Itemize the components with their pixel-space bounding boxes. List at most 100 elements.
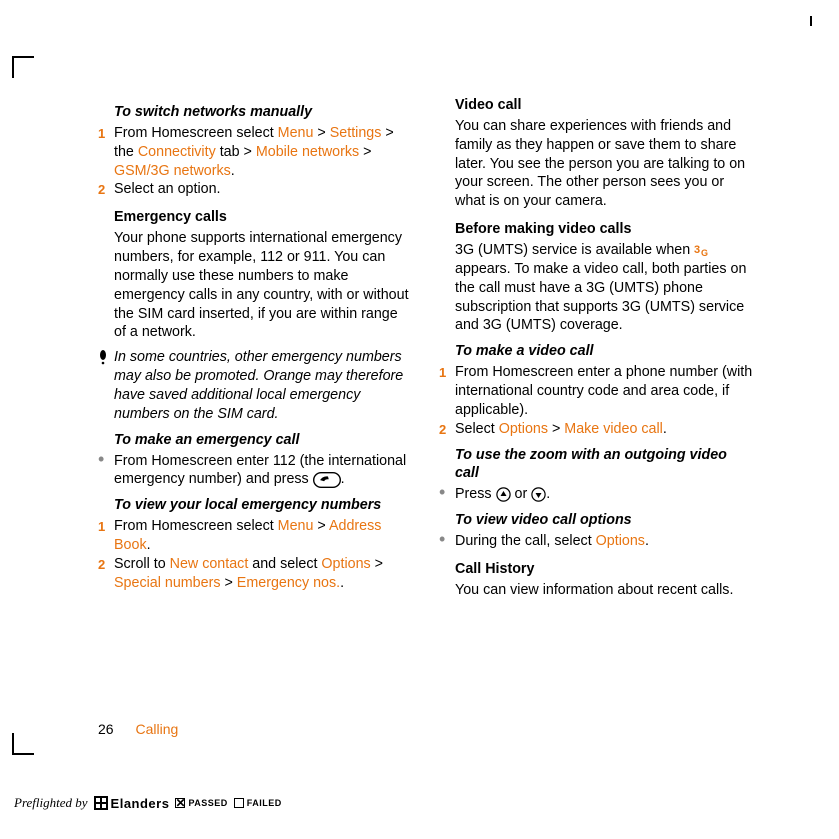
step-number: 1	[439, 363, 455, 420]
text: .	[663, 421, 667, 437]
right-column: Video call You can share experiences wit…	[439, 96, 754, 606]
page: To switch networks manually 1 From Homes…	[0, 0, 839, 839]
crop-mark-top-left	[12, 56, 34, 78]
text: and select	[248, 556, 321, 572]
page-number: 26	[98, 721, 114, 737]
text: During the call, select	[455, 533, 596, 549]
text: >	[371, 556, 383, 572]
step-row: 1 From Homescreen select Menu > Address …	[98, 517, 413, 555]
svg-text:G: G	[701, 248, 708, 257]
link-menu: Menu	[278, 518, 314, 534]
step-body: From Homescreen select Menu > Settings >…	[114, 124, 413, 181]
note-text: In some countries, other emergency numbe…	[114, 348, 413, 423]
text: >	[313, 125, 329, 141]
checkbox-empty-icon	[234, 798, 244, 808]
text: >	[221, 575, 237, 591]
step-row: • During the call, select Options.	[439, 532, 754, 551]
step-body: During the call, select Options.	[455, 532, 754, 551]
left-column: To switch networks manually 1 From Homes…	[98, 96, 413, 606]
checkbox-checked-icon	[175, 798, 185, 808]
text: appears. To make a video call, both part…	[455, 261, 746, 334]
link-settings: Settings	[330, 125, 382, 141]
text: Press	[455, 486, 496, 502]
text: .	[231, 163, 235, 179]
step-body: Select Options > Make video call.	[455, 420, 754, 439]
text: .	[147, 537, 151, 553]
content-columns: To switch networks manually 1 From Homes…	[98, 96, 754, 606]
text: .	[546, 486, 550, 502]
heading-view-local-numbers: To view your local emergency numbers	[114, 496, 413, 515]
3g-icon: 3G	[694, 243, 712, 257]
brand-text: Elanders	[111, 796, 170, 811]
step-body: Press or .	[455, 485, 754, 504]
bullet: •	[439, 532, 455, 551]
step-body: Scroll to New contact and select Options…	[114, 555, 413, 593]
link-options: Options	[499, 421, 548, 437]
heading-make-emergency-call: To make an emergency call	[114, 431, 413, 450]
step-body: From Homescreen enter 112 (the internati…	[114, 452, 413, 490]
preflight-label: Preflighted by	[14, 795, 88, 811]
bullet: •	[439, 485, 455, 504]
link-emergency-nos: Emergency nos.	[237, 575, 340, 591]
text: >	[313, 518, 329, 534]
link-special-numbers: Special numbers	[114, 575, 221, 591]
heading-zoom: To use the zoom with an outgoing video c…	[455, 446, 754, 484]
page-footer: 26 Calling	[98, 721, 178, 737]
link-connectivity: Connectivity	[138, 144, 216, 160]
note-row: In some countries, other emergency numbe…	[98, 348, 413, 423]
paragraph: You can share experiences with friends a…	[455, 117, 754, 211]
passed-check: PASSED	[175, 798, 227, 808]
text: From Homescreen enter 112 (the internati…	[114, 453, 406, 488]
crop-tick-top-right	[810, 16, 812, 26]
link-menu: Menu	[278, 125, 314, 141]
preflight-bar: Preflighted by Elanders PASSED FAILED	[14, 795, 282, 811]
paragraph: You can view information about recent ca…	[455, 581, 754, 600]
heading-emergency-calls: Emergency calls	[114, 208, 413, 227]
heading-make-video-call: To make a video call	[455, 342, 754, 361]
paragraph: 3G (UMTS) service is available when 3G a…	[455, 241, 754, 335]
link-new-contact: New contact	[170, 556, 249, 572]
text: Scroll to	[114, 556, 170, 572]
text: >	[548, 421, 564, 437]
step-row: 1 From Homescreen select Menu > Settings…	[98, 124, 413, 181]
heading-before-video: Before making video calls	[455, 220, 754, 239]
step-number: 1	[98, 124, 114, 181]
link-make-video-call: Make video call	[564, 421, 663, 437]
step-row: • From Homescreen enter 112 (the interna…	[98, 452, 413, 490]
heading-video-options: To view video call options	[455, 511, 754, 530]
passed-label: PASSED	[188, 798, 227, 808]
text: From Homescreen select	[114, 125, 278, 141]
text: From Homescreen select	[114, 518, 278, 534]
text: .	[341, 471, 345, 487]
info-icon	[98, 348, 114, 423]
link-gsm-3g: GSM/3G networks	[114, 163, 231, 179]
bullet: •	[98, 452, 114, 490]
text: tab >	[216, 144, 256, 160]
step-body: Select an option.	[114, 180, 413, 199]
failed-label: FAILED	[247, 798, 282, 808]
step-body: From Homescreen select Menu > Address Bo…	[114, 517, 413, 555]
heading-video-call: Video call	[455, 96, 754, 115]
section-name: Calling	[135, 721, 178, 737]
text: or	[511, 486, 532, 502]
step-row: • Press or .	[439, 485, 754, 504]
text: >	[359, 144, 371, 160]
heading-switch-networks: To switch networks manually	[114, 103, 413, 122]
step-row: 2 Select Options > Make video call.	[439, 420, 754, 439]
step-row: 2 Scroll to New contact and select Optio…	[98, 555, 413, 593]
crop-mark-bottom-left	[12, 733, 34, 755]
step-number: 2	[439, 420, 455, 439]
text: Select	[455, 421, 499, 437]
link-options: Options	[321, 556, 370, 572]
step-body: From Homescreen enter a phone number (wi…	[455, 363, 754, 420]
heading-call-history: Call History	[455, 560, 754, 579]
failed-check: FAILED	[234, 798, 282, 808]
elanders-logo-icon	[94, 796, 108, 810]
link-options: Options	[596, 533, 645, 549]
svg-text:3: 3	[694, 244, 700, 256]
paragraph: Your phone supports international emerge…	[114, 229, 413, 342]
call-button-icon	[313, 472, 341, 488]
step-row: 1 From Homescreen enter a phone number (…	[439, 363, 754, 420]
link-mobile-networks: Mobile networks	[256, 144, 359, 160]
step-row: 2 Select an option.	[98, 180, 413, 199]
